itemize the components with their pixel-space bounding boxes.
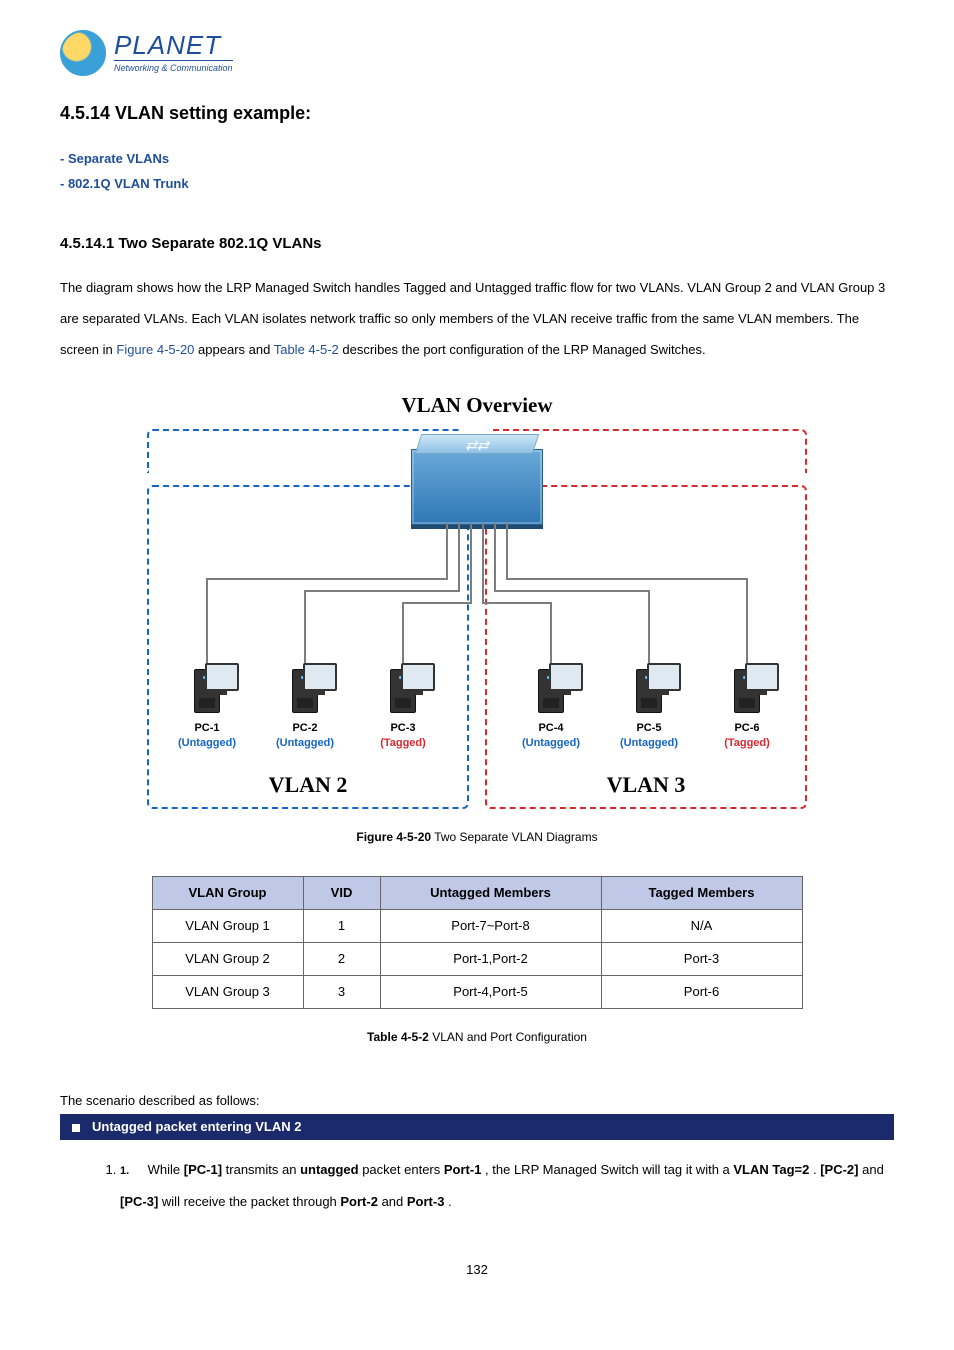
cell-group: VLAN Group 1: [152, 909, 303, 942]
th-tagged: Tagged Members: [601, 876, 802, 909]
table-row: VLAN Group 2 2 Port-1,Port-2 Port-3: [152, 942, 802, 975]
vlan-diagram: VLAN Overview VLAN 2 VLAN 3 ⇄ ⇄ PC-1 (Un…: [60, 391, 894, 845]
table-row: VLAN Group 3 3 Port-4,Port-5 Port-6: [152, 976, 802, 1009]
cell-vid: 1: [303, 909, 380, 942]
step-text-i: .: [448, 1194, 452, 1209]
table-caption-text: VLAN and Port Configuration: [429, 1030, 587, 1044]
step-text-f: and: [862, 1162, 884, 1177]
pc5-tag: (Untagged): [614, 736, 684, 751]
scenario-heading-bar: Untagged packet entering VLAN 2: [60, 1114, 894, 1140]
brand-tagline: Networking & Communication: [114, 60, 233, 75]
pc1-name: PC-1: [172, 721, 242, 736]
pc4-tag: (Untagged): [516, 736, 586, 751]
brand-logo: PLANET Networking & Communication: [60, 30, 233, 76]
step-text-a: While: [148, 1162, 184, 1177]
section-title: 4.5.14 VLAN setting example:: [60, 101, 894, 126]
vlan-config-table: VLAN Group VID Untagged Members Tagged M…: [152, 876, 803, 1010]
step-vlantag: VLAN Tag=2: [733, 1162, 809, 1177]
figure-caption-label: Figure 4-5-20: [356, 830, 431, 844]
step-number: 1.: [120, 1158, 144, 1184]
para-part2: appears and: [198, 342, 274, 357]
pc2-name: PC-2: [270, 721, 340, 736]
pc1-tag: (Untagged): [172, 736, 242, 751]
intro-paragraph: The diagram shows how the LRP Managed Sw…: [60, 272, 894, 366]
pc-3: PC-3 (Tagged): [368, 669, 438, 752]
switch-icon: ⇄ ⇄: [411, 449, 543, 525]
step-text-c: packet enters: [362, 1162, 444, 1177]
step-pc2: [PC-2]: [820, 1162, 858, 1177]
cell-untagged: Port-4,Port-5: [380, 976, 601, 1009]
cell-tagged: N/A: [601, 909, 802, 942]
figure-caption-text: Two Separate VLAN Diagrams: [431, 830, 598, 844]
pc5-name: PC-5: [614, 721, 684, 736]
pc6-tag: (Tagged): [712, 736, 782, 751]
table-caption-label: Table 4-5-2: [367, 1030, 429, 1044]
vlan2-box: VLAN 2: [147, 485, 469, 809]
pc-2: PC-2 (Untagged): [270, 669, 340, 752]
pc4-name: PC-4: [516, 721, 586, 736]
diagram-title: VLAN Overview: [60, 391, 894, 420]
step-pc3: [PC-3]: [120, 1194, 158, 1209]
scenario-intro: The scenario described as follows:: [60, 1092, 894, 1110]
scenario-bar-text: Untagged packet entering VLAN 2: [92, 1119, 301, 1134]
para-part3: describes the port configuration of the …: [342, 342, 705, 357]
cell-vid: 3: [303, 976, 380, 1009]
diagram-canvas: VLAN 2 VLAN 3 ⇄ ⇄ PC-1 (Untagged) PC-2: [147, 429, 807, 809]
step-text-b: transmits an: [226, 1162, 300, 1177]
table-link[interactable]: Table 4-5-2: [274, 342, 339, 357]
bullet-8021q-trunk: - 802.1Q VLAN Trunk: [60, 175, 894, 193]
pc-5: PC-5 (Untagged): [614, 669, 684, 752]
table-row: VLAN Group 1 1 Port-7~Port-8 N/A: [152, 909, 802, 942]
pc-6: PC-6 (Tagged): [712, 669, 782, 752]
step-port2: Port-2: [340, 1194, 378, 1209]
bullet-separate-vlans: - Separate VLANs: [60, 150, 894, 168]
brand-name: PLANET: [114, 32, 233, 58]
cell-untagged: Port-7~Port-8: [380, 909, 601, 942]
figure-caption: Figure 4-5-20 Two Separate VLAN Diagrams: [60, 829, 894, 846]
steps-list: 1. While [PC-1] transmits an untagged pa…: [120, 1154, 894, 1216]
step-port1: Port-1: [444, 1162, 482, 1177]
th-vid: VID: [303, 876, 380, 909]
subsection-title: 4.5.14.1 Two Separate 802.1Q VLANs: [60, 233, 894, 254]
step-text-d: , the LRP Managed Switch will tag it wit…: [485, 1162, 733, 1177]
cell-tagged: Port-3: [601, 942, 802, 975]
cell-tagged: Port-6: [601, 976, 802, 1009]
figure-link[interactable]: Figure 4-5-20: [116, 342, 194, 357]
cell-group: VLAN Group 3: [152, 976, 303, 1009]
cell-group: VLAN Group 2: [152, 942, 303, 975]
pc-4: PC-4 (Untagged): [516, 669, 586, 752]
step-text-g: will receive the packet through: [162, 1194, 340, 1209]
step-port3: Port-3: [407, 1194, 445, 1209]
square-bullet-icon: [72, 1124, 80, 1132]
table-caption: Table 4-5-2 VLAN and Port Configuration: [60, 1029, 894, 1046]
globe-icon: [60, 30, 106, 76]
th-untagged: Untagged Members: [380, 876, 601, 909]
vlan2-label: VLAN 2: [149, 770, 467, 801]
pc2-tag: (Untagged): [270, 736, 340, 751]
step-text-h: and: [382, 1194, 407, 1209]
cell-untagged: Port-1,Port-2: [380, 942, 601, 975]
step-untagged: untagged: [300, 1162, 359, 1177]
pc6-name: PC-6: [712, 721, 782, 736]
th-group: VLAN Group: [152, 876, 303, 909]
pc-1: PC-1 (Untagged): [172, 669, 242, 752]
page-number: 132: [60, 1261, 894, 1279]
logo-text: PLANET Networking & Communication: [114, 32, 233, 75]
vlan3-box: VLAN 3: [485, 485, 807, 809]
table-header-row: VLAN Group VID Untagged Members Tagged M…: [152, 876, 802, 909]
pc3-tag: (Tagged): [368, 736, 438, 751]
step-1: 1. While [PC-1] transmits an untagged pa…: [120, 1154, 894, 1216]
cell-vid: 2: [303, 942, 380, 975]
pc3-name: PC-3: [368, 721, 438, 736]
logo-header: PLANET Networking & Communication: [60, 30, 894, 81]
vlan3-label: VLAN 3: [487, 770, 805, 801]
step-pc1: [PC-1]: [184, 1162, 222, 1177]
